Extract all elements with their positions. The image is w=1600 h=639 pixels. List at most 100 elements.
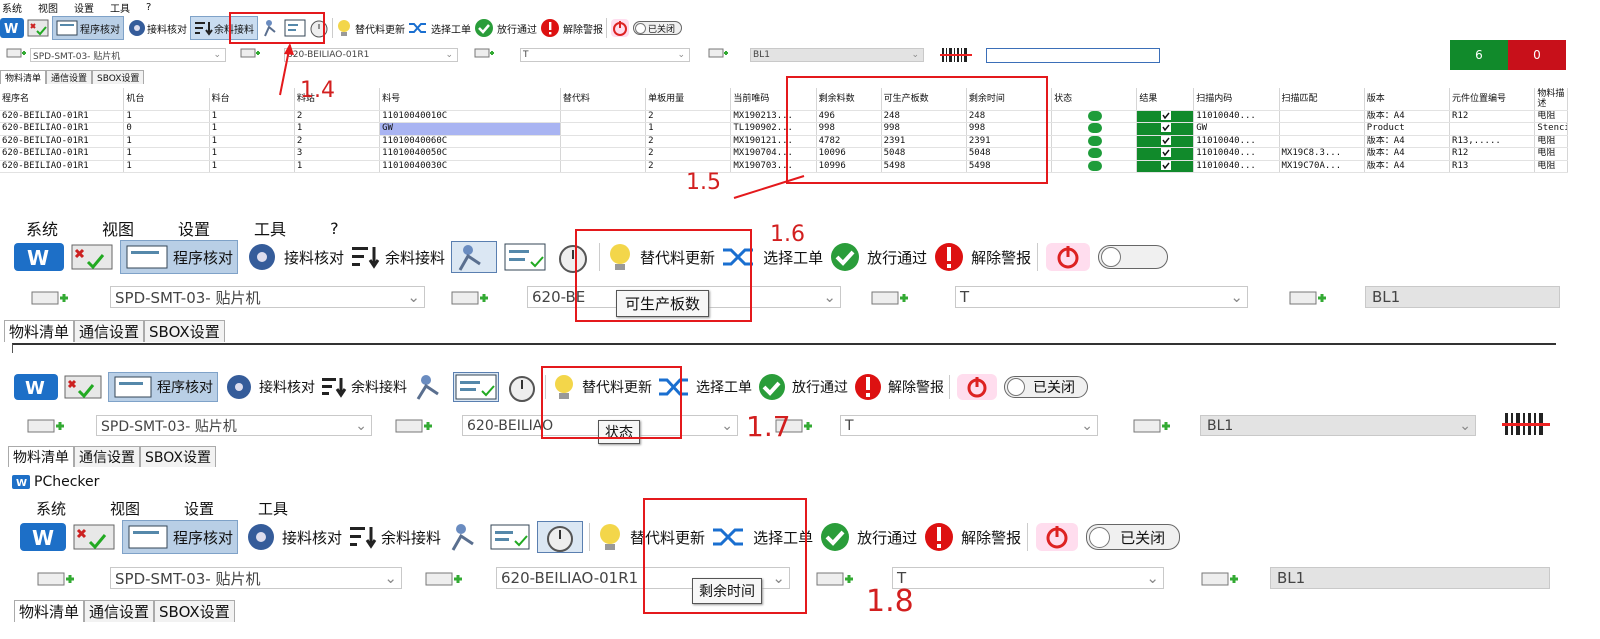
toggle-switch[interactable] <box>1098 245 1169 269</box>
table-cell[interactable] <box>1136 135 1195 148</box>
toggle-switch[interactable]: 已关闭 <box>1086 524 1181 550</box>
table-cell[interactable]: 248 <box>881 110 967 123</box>
table-cell[interactable]: 620-BEILIAO-01R1 <box>0 110 125 123</box>
table-cell[interactable]: 1 <box>209 160 295 173</box>
table-cell[interactable] <box>1279 135 1365 148</box>
status-list-icon[interactable] <box>489 523 531 551</box>
menu-help[interactable]: ? <box>330 219 339 238</box>
tab-sbox[interactable]: SBOX设置 <box>140 446 216 467</box>
table-cell[interactable]: 1 <box>123 147 210 161</box>
power-icon[interactable] <box>610 18 630 38</box>
status-list-icon[interactable] <box>453 372 499 402</box>
table-cell[interactable]: 496 <box>816 110 882 123</box>
check-list-icon[interactable] <box>72 522 116 552</box>
select-wo-button[interactable]: 选择工单 <box>753 527 813 548</box>
table-cell[interactable]: 620-BEILIAO-01R1 <box>0 135 125 148</box>
table-cell[interactable]: 11010040... <box>1193 147 1280 161</box>
check-list-icon[interactable] <box>63 373 103 401</box>
table-cell[interactable]: 5498 <box>881 160 967 173</box>
col-header[interactable]: 元件位置编号 <box>1449 88 1536 111</box>
tab-comm[interactable]: 通信设置 <box>46 70 93 84</box>
menu-view[interactable]: 视图 <box>38 0 58 15</box>
table-cell[interactable]: 10996 <box>816 160 882 173</box>
tab-sbox[interactable]: SBOX设置 <box>154 600 235 622</box>
add-printer-icon[interactable] <box>1200 568 1240 588</box>
menu-help[interactable]: ? <box>146 2 151 13</box>
table-cell[interactable]: 2 <box>294 135 381 148</box>
table-cell[interactable]: 11010040060C <box>379 135 561 148</box>
power-icon[interactable] <box>1034 522 1080 552</box>
add-printer-icon[interactable] <box>708 46 728 60</box>
col-header[interactable]: 物料描述 <box>1534 88 1568 111</box>
col-header[interactable]: 料号 <box>379 88 561 111</box>
table-cell[interactable] <box>1449 122 1536 136</box>
table-cell[interactable]: 5048 <box>966 147 1053 161</box>
table-cell[interactable] <box>1136 160 1195 173</box>
table-cell[interactable]: 2 <box>294 110 381 123</box>
table-cell[interactable]: MX190704... <box>730 147 817 161</box>
add-printer-icon[interactable] <box>30 287 70 307</box>
operator-icon[interactable] <box>412 373 448 401</box>
table-cell[interactable] <box>1051 135 1138 148</box>
check-list-icon[interactable] <box>70 242 114 272</box>
add-printer-icon[interactable] <box>394 415 434 435</box>
table-cell[interactable]: 2391 <box>881 135 967 148</box>
table-cell[interactable]: 11010040050C <box>379 147 561 161</box>
table-cell[interactable]: 620-BEILIAO-01R1 <box>0 160 125 173</box>
table-cell[interactable]: 1 <box>645 122 732 136</box>
table-cell[interactable]: 620-BEILIAO-01R1 <box>0 147 125 161</box>
col-header[interactable]: 可生产板数 <box>881 88 967 111</box>
table-cell[interactable]: R12 <box>1449 110 1536 123</box>
table-cell[interactable]: 1 <box>209 135 295 148</box>
add-printer-icon[interactable] <box>26 415 66 435</box>
table-cell[interactable]: 电阻 <box>1534 160 1568 173</box>
splice-check-button[interactable]: 接料核对 <box>244 240 344 274</box>
release-pass-button[interactable]: 放行通过 <box>792 377 848 397</box>
col-header[interactable]: 版本 <box>1364 88 1451 111</box>
status-list-icon[interactable] <box>503 242 547 272</box>
tab-sbox[interactable]: SBOX设置 <box>144 320 225 342</box>
add-printer-icon[interactable] <box>240 46 260 60</box>
power-icon[interactable] <box>955 373 999 401</box>
table-row[interactable]: 620-BEILIAO-01R1 1 1 2 11010040060C 2 MX190121… <box>0 135 1568 148</box>
table-cell[interactable]: 2 <box>645 147 732 161</box>
side-select[interactable]: T ⌄ <box>520 48 690 62</box>
table-cell[interactable]: 电阻 <box>1534 147 1568 161</box>
alt-update-button[interactable]: 替代料更新 <box>630 527 705 548</box>
table-cell[interactable]: GW <box>379 122 561 136</box>
table-cell[interactable]: 5048 <box>881 147 967 161</box>
add-printer-icon[interactable] <box>6 46 26 60</box>
table-cell[interactable]: 998 <box>881 122 967 136</box>
table-cell[interactable]: 2391 <box>966 135 1053 148</box>
program-check-button[interactable]: 程序核对 <box>122 520 239 554</box>
operator-icon[interactable] <box>261 18 281 38</box>
stopwatch-icon[interactable] <box>537 521 584 553</box>
program-check-button[interactable]: 程序核对 <box>52 16 124 40</box>
table-cell[interactable]: 10096 <box>816 147 882 161</box>
select-wo-button[interactable]: 选择工单 <box>696 377 752 397</box>
toggle-switch[interactable]: 已关闭 <box>633 21 683 35</box>
table-cell[interactable] <box>560 135 647 148</box>
table-cell[interactable]: 620-BEILIAO-01R1 <box>0 122 125 136</box>
table-cell[interactable]: 1 <box>294 122 381 136</box>
program-select[interactable]: 620-BEILIAO-01R1 ⌄ <box>284 48 458 62</box>
add-printer-icon[interactable] <box>1288 287 1328 307</box>
splice-check-button[interactable]: 接料核对 <box>223 372 315 402</box>
clear-alarm-button[interactable]: 解除警报 <box>888 377 944 397</box>
table-cell[interactable]: GW <box>1193 122 1280 136</box>
col-header[interactable]: 扫描内码 <box>1193 88 1280 111</box>
machine-select[interactable]: SPD-SMT-03- 贴片机 ⌄ <box>110 286 425 308</box>
scan-input[interactable] <box>986 48 1160 63</box>
tab-comm[interactable]: 通信设置 <box>74 446 140 467</box>
col-header[interactable]: 当前唯码 <box>730 88 817 111</box>
table-cell[interactable]: 1 <box>123 110 210 123</box>
table-cell[interactable]: MX19C8.3... <box>1279 147 1365 161</box>
menu-system[interactable]: 系统 <box>2 0 22 15</box>
table-cell[interactable]: 电阻 <box>1534 135 1568 148</box>
add-printer-icon[interactable] <box>815 568 855 588</box>
splice-check-button[interactable]: 接料核对 <box>127 16 187 40</box>
col-header[interactable]: 扫描匹配 <box>1279 88 1365 111</box>
table-cell[interactable]: 11010040... <box>1193 110 1280 123</box>
tab-comm[interactable]: 通信设置 <box>74 320 145 342</box>
table-cell[interactable]: 11010040030C <box>379 160 561 173</box>
